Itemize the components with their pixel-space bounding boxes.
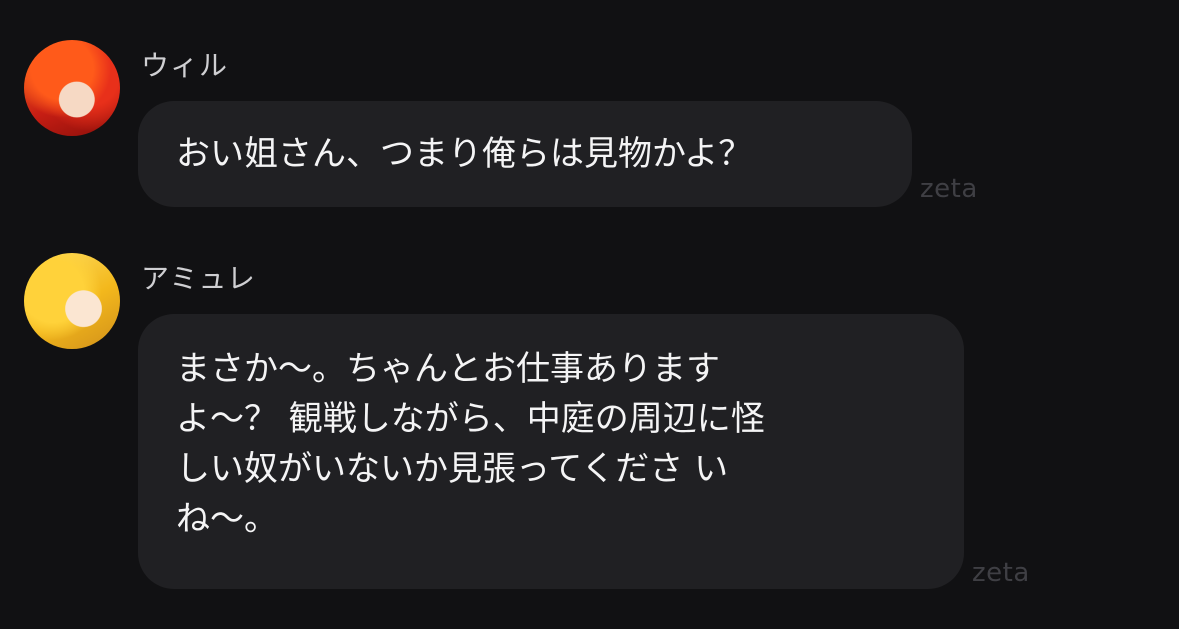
sender-name: アミュレ bbox=[141, 262, 256, 295]
watermark: zeta bbox=[972, 558, 1030, 588]
sender-name: ウィル bbox=[141, 49, 229, 82]
message-bubble[interactable]: おい姐さん、つまり俺らは見物かよ？ bbox=[138, 101, 912, 207]
chat-log: ウィル おい姐さん、つまり俺らは見物かよ？ zeta アミュレ まさか〜。ちゃん… bbox=[0, 0, 1179, 629]
avatar[interactable] bbox=[24, 40, 120, 136]
avatar[interactable] bbox=[24, 253, 120, 349]
message-text: おい姐さん、つまり俺らは見物かよ？ bbox=[176, 134, 753, 174]
message-text: まさか〜。ちゃんとお仕事あります よ〜？ 観戦しながら、中庭の周辺に怪 しい奴が… bbox=[176, 349, 765, 539]
message-bubble[interactable]: まさか〜。ちゃんとお仕事あります よ〜？ 観戦しながら、中庭の周辺に怪 しい奴が… bbox=[138, 314, 964, 589]
watermark: zeta bbox=[920, 174, 978, 204]
